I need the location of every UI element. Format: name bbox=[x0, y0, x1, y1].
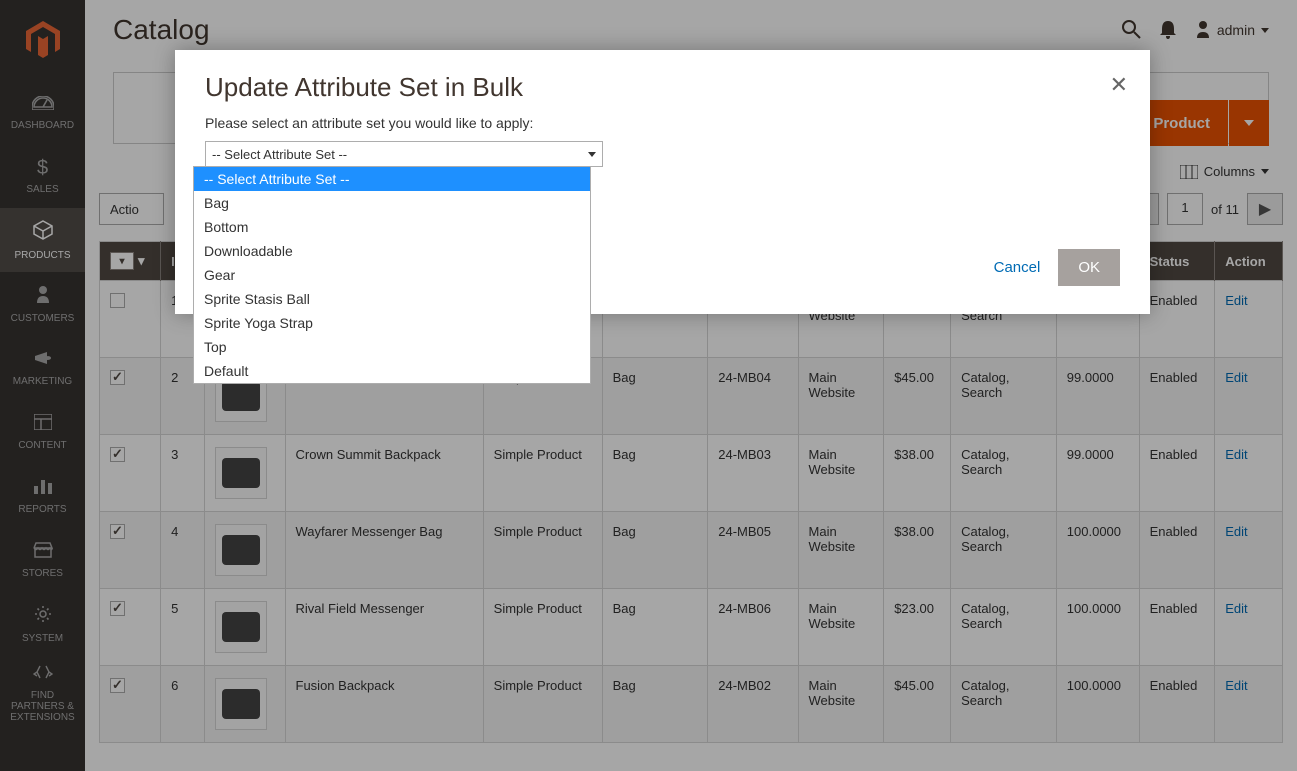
select-option[interactable]: Top bbox=[194, 335, 590, 359]
select-option[interactable]: Default bbox=[194, 359, 590, 383]
cancel-button[interactable]: Cancel bbox=[994, 259, 1041, 276]
select-option[interactable]: Bottom bbox=[194, 215, 590, 239]
ok-button[interactable]: OK bbox=[1058, 249, 1120, 286]
close-icon[interactable]: ✕ bbox=[1110, 72, 1128, 98]
select-option[interactable]: Sprite Yoga Strap bbox=[194, 311, 590, 335]
modal-description: Please select an attribute set you would… bbox=[205, 115, 1120, 131]
select-option[interactable]: Gear bbox=[194, 263, 590, 287]
select-option[interactable]: Bag bbox=[194, 191, 590, 215]
select-value: -- Select Attribute Set -- bbox=[212, 147, 347, 162]
modal-title: Update Attribute Set in Bulk bbox=[205, 72, 1120, 103]
select-option[interactable]: -- Select Attribute Set -- bbox=[194, 167, 590, 191]
chevron-down-icon bbox=[588, 152, 596, 157]
select-dropdown[interactable]: -- Select Attribute Set --BagBottomDownl… bbox=[193, 166, 591, 384]
select-option[interactable]: Sprite Stasis Ball bbox=[194, 287, 590, 311]
select-option[interactable]: Downloadable bbox=[194, 239, 590, 263]
attribute-set-select[interactable]: -- Select Attribute Set -- bbox=[205, 141, 603, 167]
